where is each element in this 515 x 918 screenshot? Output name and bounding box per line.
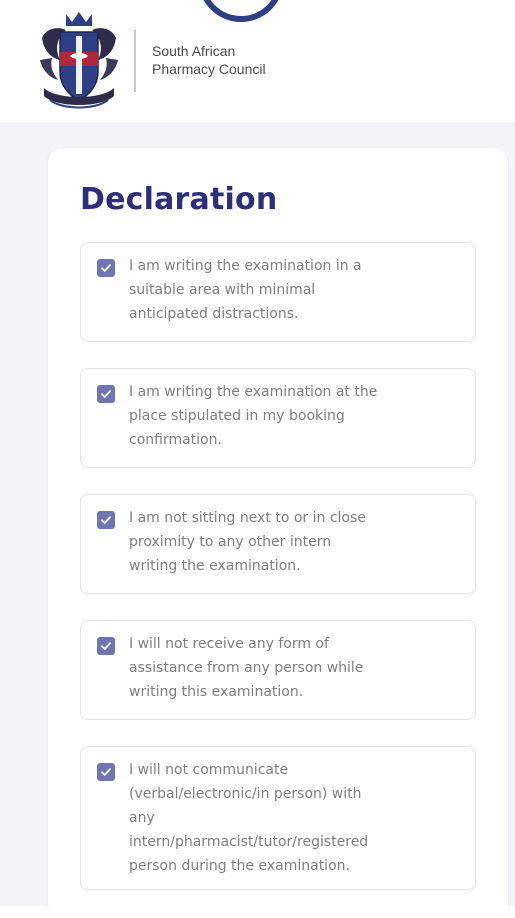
declaration-item-5[interactable]: I will not communicate (verbal/electroni…	[80, 746, 476, 890]
declaration-item-4[interactable]: I will not receive any form of assistanc…	[80, 620, 476, 720]
declaration-item-1[interactable]: I am writing the examination in a suitab…	[80, 242, 476, 342]
declaration-item-text: I am writing the examination in a suitab…	[129, 258, 362, 322]
declaration-checkbox-3[interactable]	[97, 511, 115, 529]
accent-circle	[198, 0, 284, 22]
declaration-checkbox-5[interactable]	[97, 763, 115, 781]
checkmark-icon	[101, 516, 111, 524]
declaration-item-2[interactable]: I am writing the examination at the plac…	[80, 368, 476, 468]
checkmark-icon	[101, 768, 111, 776]
declaration-checkbox-4[interactable]	[97, 637, 115, 655]
checkmark-icon	[101, 264, 111, 272]
declaration-item-text: I am not sitting next to or in close pro…	[129, 510, 366, 574]
checkmark-icon	[101, 642, 111, 650]
checkmark-icon	[101, 390, 111, 398]
declaration-checkbox-1[interactable]	[97, 259, 115, 277]
header: South African Pharmacy Council	[0, 0, 515, 122]
declaration-card: Declaration I am writing the examination…	[48, 148, 508, 918]
declaration-item-text: I will not communicate (verbal/electroni…	[129, 762, 369, 874]
declaration-item-3[interactable]: I am not sitting next to or in close pro…	[80, 494, 476, 594]
declaration-checkbox-2[interactable]	[97, 385, 115, 403]
crest-icon	[40, 12, 118, 109]
organization-name-line1: South African	[152, 43, 236, 59]
declaration-title: Declaration	[80, 182, 278, 217]
organization-name-line2: Pharmacy Council	[152, 61, 266, 77]
declaration-item-text: I am writing the examination at the plac…	[129, 384, 378, 448]
page-content: Declaration I am writing the examination…	[0, 122, 515, 918]
declaration-item-text: I will not receive any form of assistanc…	[129, 636, 364, 700]
organization-name: South African Pharmacy Council	[152, 42, 266, 78]
logo-divider	[134, 30, 136, 92]
